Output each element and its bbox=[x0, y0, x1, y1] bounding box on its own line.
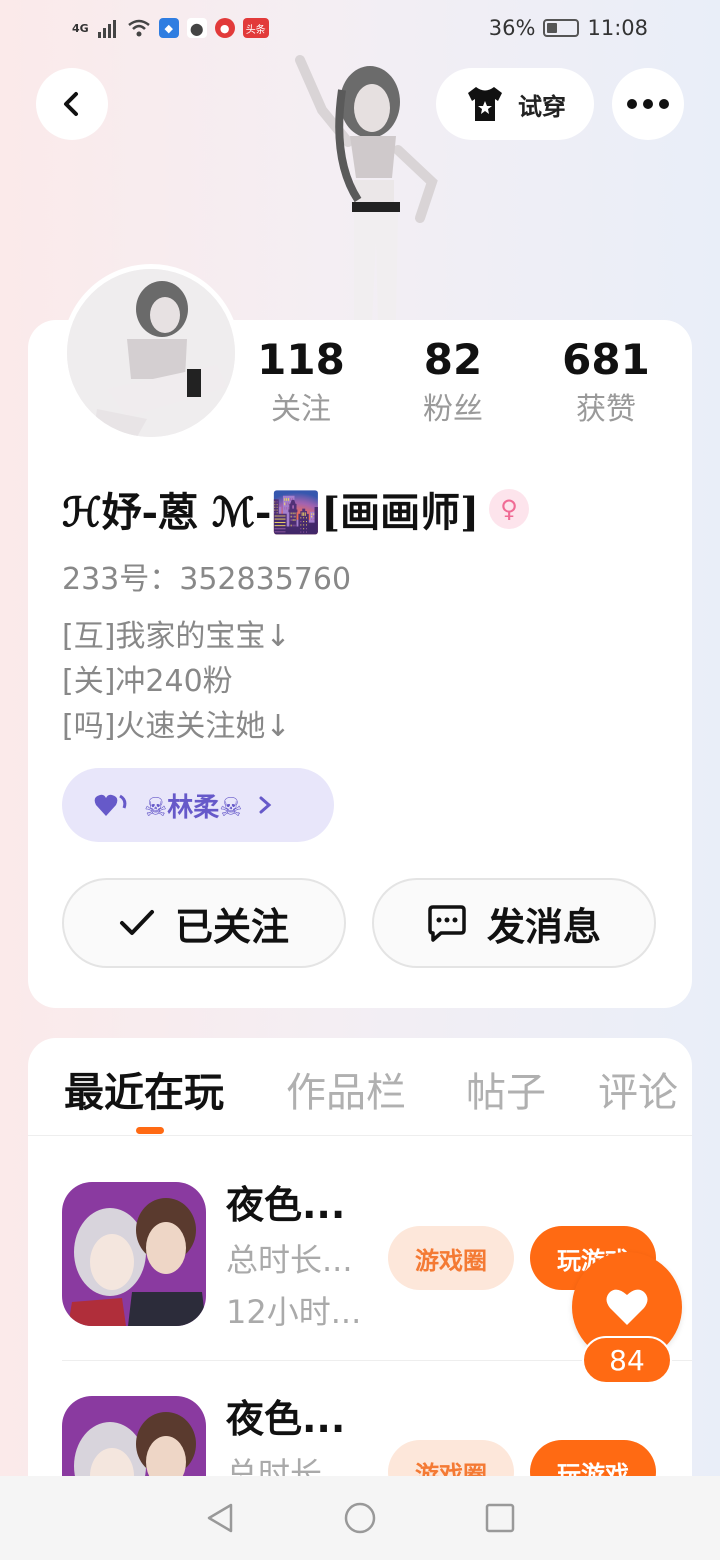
back-button[interactable] bbox=[36, 68, 108, 140]
tab-active-indicator bbox=[136, 1127, 164, 1134]
game-cover-image bbox=[62, 1182, 206, 1326]
username: ℋ妤-蒽 ℳ-🌆[画画师] bbox=[62, 489, 480, 536]
game-title: 夜色... bbox=[226, 1183, 346, 1227]
wifi-icon bbox=[127, 19, 150, 37]
network-label: 4G bbox=[72, 21, 89, 35]
stat-following[interactable]: 118 关注 bbox=[226, 334, 376, 434]
user-id: 233号：352835760 bbox=[62, 562, 352, 597]
stat-likes-label: 获赞 bbox=[576, 392, 636, 427]
more-dots-icon bbox=[627, 99, 669, 109]
like-count: 84 bbox=[582, 1336, 672, 1384]
tab-bar: 最近在玩 作品栏 帖子 评论 bbox=[28, 1038, 692, 1136]
bio: [互]我家的宝宝↓ [关]冲240粉 [吗]火速关注她↓ bbox=[62, 614, 291, 749]
battery-percent: 36% bbox=[488, 16, 536, 40]
followed-label: 已关注 bbox=[174, 904, 289, 949]
tab-comments[interactable]: 评论 bbox=[598, 1060, 678, 1118]
shield-icon: ◆ bbox=[158, 18, 179, 38]
followed-button[interactable]: 已关注 bbox=[62, 878, 346, 968]
nav-back-icon[interactable] bbox=[203, 1501, 237, 1535]
message-button[interactable]: 发消息 bbox=[372, 878, 656, 968]
heart-pair-icon bbox=[94, 794, 127, 816]
tshirt-icon bbox=[468, 87, 502, 121]
chevron-right-icon bbox=[259, 796, 271, 814]
bio-line: [吗]火速关注她↓ bbox=[62, 709, 291, 744]
signal-icon bbox=[97, 20, 116, 38]
tab-recently-played[interactable]: 最近在玩 bbox=[64, 1060, 224, 1118]
message-label: 发消息 bbox=[486, 904, 601, 949]
bio-line: [关]冲240粉 bbox=[62, 664, 233, 699]
bio-line: [互]我家的宝宝↓ bbox=[62, 619, 291, 654]
try-on-label: 试穿 bbox=[518, 92, 566, 121]
avatar-image bbox=[67, 269, 235, 437]
game-meta: 总时长... 12小时... bbox=[226, 1234, 361, 1338]
name-row: ℋ妤-蒽 ℳ-🌆[画画师] ♀ bbox=[62, 480, 530, 538]
chevron-left-icon bbox=[64, 92, 78, 116]
avatar[interactable] bbox=[62, 264, 240, 442]
game-icon bbox=[62, 1182, 206, 1326]
stat-fans-count: 82 bbox=[423, 335, 483, 384]
game-circle-button[interactable]: 游戏圈 bbox=[388, 1226, 514, 1290]
game-total-time-label: 总时长... bbox=[226, 1241, 353, 1279]
stat-fans[interactable]: 82 粉丝 bbox=[378, 334, 528, 434]
tab-works[interactable]: 作品栏 bbox=[286, 1060, 406, 1118]
chat-bubble-icon bbox=[428, 905, 466, 942]
fan-club-label: ☠林柔☠ bbox=[144, 792, 243, 823]
status-right: 36% 11:08 bbox=[489, 16, 648, 40]
game-hours: 12小时... bbox=[226, 1293, 362, 1331]
check-icon bbox=[119, 910, 154, 935]
nav-recents-icon[interactable] bbox=[483, 1501, 517, 1535]
toutiao-icon: 头条 bbox=[242, 18, 269, 38]
more-button[interactable] bbox=[612, 68, 684, 140]
stat-following-count: 118 bbox=[257, 335, 345, 384]
game-title: 夜色... bbox=[226, 1397, 346, 1441]
system-nav-bar bbox=[0, 1476, 720, 1560]
stat-following-label: 关注 bbox=[271, 392, 331, 427]
tab-posts[interactable]: 帖子 bbox=[466, 1060, 546, 1118]
status-left: 4G ◆ ● ● 头条 bbox=[72, 18, 269, 38]
list-item[interactable]: 夜色... 总时长... 12小时... 游戏圈 玩游戏 bbox=[62, 1170, 662, 1390]
stat-likes-count: 681 bbox=[562, 335, 650, 384]
dressup-figure-image bbox=[295, 55, 438, 322]
nav-home-icon[interactable] bbox=[343, 1501, 377, 1535]
battery-icon bbox=[543, 19, 580, 37]
music-app-icon: ● bbox=[214, 18, 235, 38]
wechat-icon: ● bbox=[186, 18, 207, 38]
stat-fans-label: 粉丝 bbox=[423, 392, 483, 427]
heart-icon bbox=[606, 1289, 648, 1325]
stat-likes[interactable]: 681 获赞 bbox=[531, 334, 681, 434]
try-on-button[interactable]: 试穿 bbox=[436, 68, 594, 140]
clock: 11:08 bbox=[587, 16, 648, 40]
fan-club-chip[interactable]: ☠林柔☠ bbox=[62, 768, 334, 842]
status-bar: 4G ◆ ● ● 头条 36% 11:08 bbox=[0, 0, 720, 56]
female-gender-icon: ♀ bbox=[489, 489, 530, 529]
